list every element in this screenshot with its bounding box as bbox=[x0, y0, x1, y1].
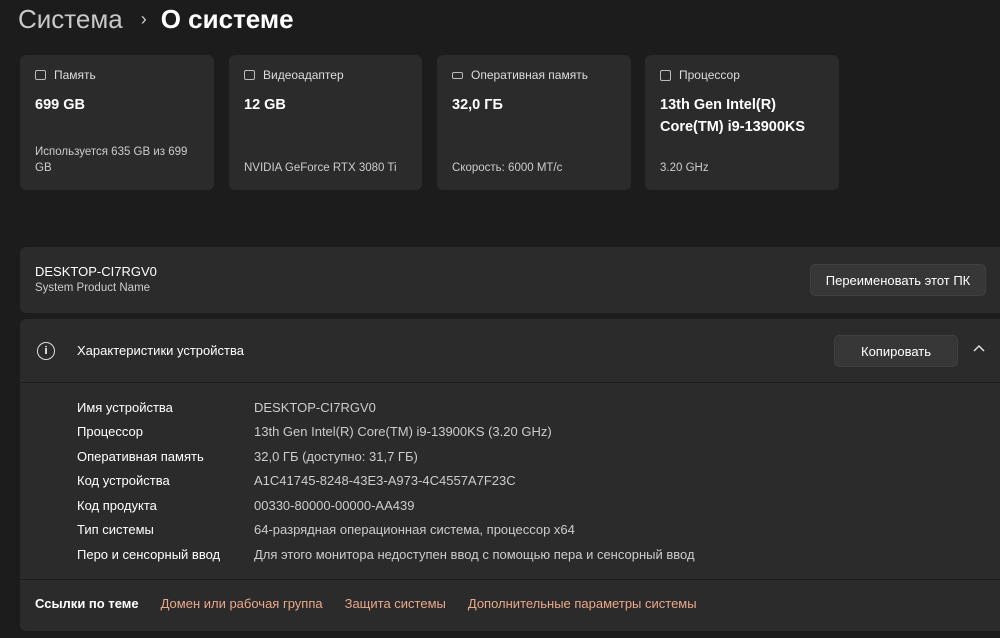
spec-value: Для этого монитора недоступен ввод с пом… bbox=[254, 546, 695, 562]
ram-card: Оперативная память 32,0 ГБ Скорость: 600… bbox=[437, 55, 631, 190]
card-value: 12 GB bbox=[244, 97, 286, 113]
ram-icon bbox=[452, 71, 463, 79]
page-title: О системе bbox=[160, 3, 294, 34]
spec-value: DESKTOP-CI7RGV0 bbox=[254, 399, 376, 415]
related-links: Ссылки по теме Домен или рабочая группа … bbox=[20, 579, 1000, 627]
link-system-protection[interactable]: Защита системы bbox=[345, 596, 446, 611]
spec-row: Код продукта 00330-80000-00000-AA439 bbox=[77, 493, 695, 518]
cpu-icon bbox=[660, 69, 671, 81]
link-domain-workgroup[interactable]: Домен или рабочая группа bbox=[161, 596, 323, 611]
spec-key: Оперативная память bbox=[77, 448, 204, 464]
spec-key: Процессор bbox=[77, 424, 143, 440]
breadcrumb-parent[interactable]: Система bbox=[18, 4, 123, 35]
spec-key: Тип системы bbox=[77, 522, 154, 538]
chevron-up-icon[interactable] bbox=[972, 341, 986, 355]
card-label: Память bbox=[54, 68, 96, 82]
link-advanced-system-settings[interactable]: Дополнительные параметры системы bbox=[468, 596, 697, 611]
spec-key: Код продукта bbox=[77, 497, 157, 513]
card-sub: Используется 635 GB из 699 GB bbox=[35, 146, 188, 174]
device-specs-panel: i Характеристики устройства Копировать И… bbox=[20, 319, 1000, 631]
spec-value: 00330-80000-00000-AA439 bbox=[254, 497, 415, 513]
spec-value: A1C41745-8248-43E3-A973-4C4557A7F23C bbox=[254, 473, 516, 489]
spec-key: Код устройства bbox=[77, 473, 170, 489]
card-sub: Скорость: 6000 МТ/с bbox=[452, 162, 563, 174]
gpu-icon bbox=[244, 70, 255, 80]
storage-card: Память 699 GB Используется 635 GB из 699… bbox=[20, 55, 214, 190]
rename-pc-button[interactable]: Переименовать этот ПК bbox=[810, 264, 986, 296]
specs-title: Характеристики устройства bbox=[77, 343, 244, 358]
spec-row: Перо и сенсорный ввод Для этого монитора … bbox=[77, 542, 695, 567]
chevron-right-icon: › bbox=[140, 8, 147, 29]
spec-row: Тип системы 64-разрядная операционная сис… bbox=[77, 518, 695, 543]
card-value: 699 GB bbox=[35, 97, 85, 113]
spec-row: Оперативная память 32,0 ГБ (доступно: 31,… bbox=[77, 444, 695, 469]
hard-drive-icon bbox=[35, 70, 46, 80]
spec-value: 64-разрядная операционная система, проце… bbox=[254, 522, 575, 538]
spec-key: Имя устройства bbox=[77, 399, 173, 415]
info-icon: i bbox=[37, 341, 55, 360]
gpu-card: Видеоадаптер 12 GB NVIDIA GeForce RTX 30… bbox=[229, 55, 422, 190]
spec-value: 32,0 ГБ (доступно: 31,7 ГБ) bbox=[254, 448, 418, 464]
spec-row: Процессор 13th Gen Intel(R) Core(TM) i9-1… bbox=[77, 420, 695, 445]
spec-value: 13th Gen Intel(R) Core(TM) i9-13900KS (3… bbox=[254, 424, 552, 440]
device-panel: DESKTOP-CI7RGV0 System Product Name Пере… bbox=[20, 247, 1000, 313]
card-sub: 3.20 GHz bbox=[660, 162, 709, 174]
breadcrumb: Система › О системе bbox=[18, 2, 294, 36]
cpu-card: Процессор 13th Gen Intel(R) Core(TM) i9-… bbox=[645, 55, 839, 190]
card-value: 13th Gen Intel(R) Core(TM) i9-13900KS bbox=[660, 97, 806, 135]
copy-button[interactable]: Копировать bbox=[834, 335, 958, 367]
spec-key: Перо и сенсорный ввод bbox=[77, 546, 221, 562]
spec-row: Имя устройства DESKTOP-CI7RGV0 bbox=[77, 395, 695, 420]
card-label: Оперативная память bbox=[471, 68, 588, 82]
card-sub: NVIDIA GeForce RTX 3080 Ti bbox=[244, 162, 397, 174]
spec-row: Код устройства A1C41745-8248-43E3-A973-4C… bbox=[77, 469, 695, 494]
card-value: 32,0 ГБ bbox=[452, 97, 503, 113]
specs-list: Имя устройства DESKTOP-CI7RGV0 Процессор 1… bbox=[77, 395, 695, 567]
card-label: Видеоадаптер bbox=[263, 68, 344, 82]
related-links-title: Ссылки по теме bbox=[35, 596, 139, 611]
card-label: Процессор bbox=[679, 68, 740, 82]
